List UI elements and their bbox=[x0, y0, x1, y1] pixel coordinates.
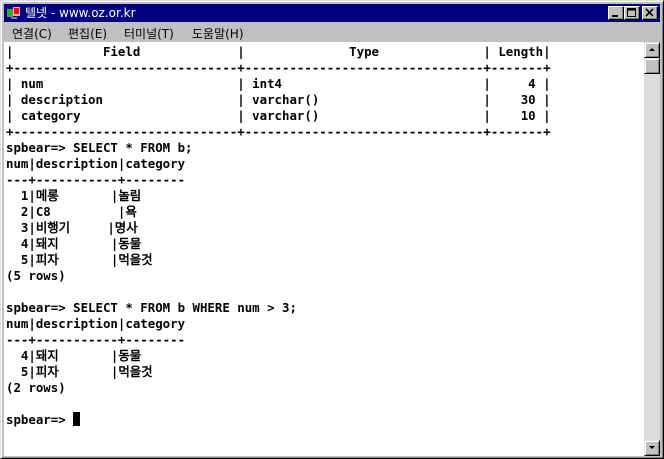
scroll-up-arrow-icon bbox=[649, 48, 655, 51]
menu-terminal[interactable]: 터미널(T) bbox=[124, 25, 174, 42]
menu-edit[interactable]: 편집(E) bbox=[68, 25, 107, 42]
terminal-output[interactable]: | Field | Type | Length| +--------------… bbox=[4, 42, 644, 456]
terminal-line: 5|피자 |먹을것 bbox=[6, 364, 153, 379]
maximize-button[interactable] bbox=[624, 6, 640, 20]
menu-bar: 연결(C) 편집(E) 터미널(T) 도움말(H) bbox=[4, 23, 660, 42]
terminal-line: +------------------------------+--------… bbox=[6, 60, 551, 75]
terminal-line: | description | varchar() | 30 | bbox=[6, 92, 551, 107]
terminal-line: num|description|category bbox=[6, 156, 186, 171]
terminal-line: 4|돼지 |동물 bbox=[6, 236, 142, 251]
maximize-icon bbox=[627, 8, 636, 17]
close-icon bbox=[645, 8, 654, 17]
terminal-line: spbear=> SELECT * FROM b; bbox=[6, 140, 193, 155]
terminal-prompt: spbear=> bbox=[6, 412, 74, 427]
scroll-down-arrow-icon bbox=[649, 446, 655, 449]
terminal-line: | num | int4 | 4 | bbox=[6, 76, 551, 91]
terminal-line: ---+-----------+-------- bbox=[6, 332, 186, 347]
terminal-line: (2 rows) bbox=[6, 380, 66, 395]
terminal-line: 2|C8 |욕 bbox=[6, 204, 137, 219]
terminal-lines: | Field | Type | Length| +--------------… bbox=[4, 42, 644, 428]
minimize-icon bbox=[612, 15, 618, 17]
terminal-line: 1|메롱 |놀림 bbox=[6, 188, 142, 203]
terminal-line: | category | varchar() | 10 | bbox=[6, 108, 551, 123]
scroll-down-button[interactable] bbox=[644, 440, 660, 456]
terminal-line: 4|돼지 |동물 bbox=[6, 348, 142, 363]
window-title: 텔넷 - www.oz.or.kr bbox=[25, 6, 136, 20]
menu-connect[interactable]: 연결(C) bbox=[12, 25, 52, 42]
vertical-scrollbar[interactable] bbox=[644, 42, 660, 456]
terminal-line: | Field | Type | Length| bbox=[6, 44, 551, 59]
scroll-up-button[interactable] bbox=[644, 42, 660, 58]
terminal-line: +------------------------------+--------… bbox=[6, 124, 551, 139]
menu-help[interactable]: 도움말(H) bbox=[192, 25, 244, 42]
text-cursor bbox=[73, 412, 81, 426]
terminal-line: 5|피자 |먹을것 bbox=[6, 252, 153, 267]
terminal-line: num|description|category bbox=[6, 316, 186, 331]
telnet-app-icon[interactable] bbox=[7, 6, 21, 20]
scroll-thumb[interactable] bbox=[644, 58, 660, 74]
terminal-line: ---+-----------+-------- bbox=[6, 172, 186, 187]
terminal-line: (5 rows) bbox=[6, 268, 66, 283]
close-button[interactable] bbox=[642, 6, 658, 20]
telnet-window: 텔넷 - www.oz.or.kr 연결(C) 편집(E) 터미널(T) 도움말… bbox=[0, 0, 664, 459]
terminal-line: 3|비행기 |명사 bbox=[6, 220, 138, 235]
minimize-button[interactable] bbox=[608, 6, 624, 20]
terminal-line: spbear=> SELECT * FROM b WHERE num > 3; bbox=[6, 300, 297, 315]
title-bar[interactable]: 텔넷 - www.oz.or.kr bbox=[4, 4, 660, 22]
